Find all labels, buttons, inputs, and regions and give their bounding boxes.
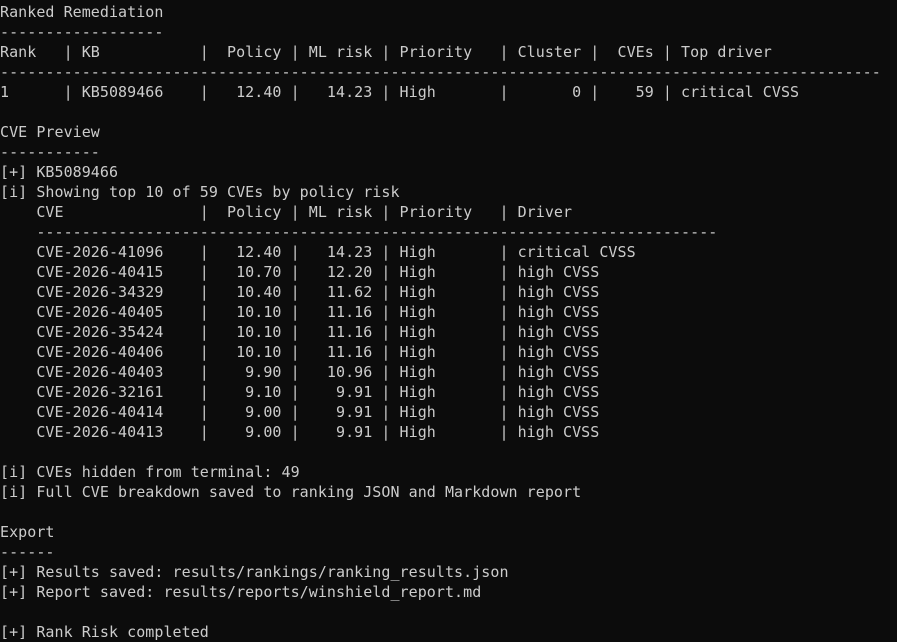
section-underline: ----------- [0,143,100,161]
kb-heading: [+] KB5089466 [0,163,119,181]
cve-table-row: CVE-2026-32161 | 9.10 | 9.91 | High | hi… [0,383,600,401]
section-title-export: Export [0,523,55,541]
cve-table-row: CVE-2026-35424 | 10.10 | 11.16 | High | … [0,323,600,341]
section-underline: ------------------ [0,23,164,41]
cve-table-row: CVE-2026-40403 | 9.90 | 10.96 | High | h… [0,363,600,381]
info-line-full-breakdown: [i] Full CVE breakdown saved to ranking … [0,483,582,501]
cve-table-header: CVE | Policy | ML risk | Priority | Driv… [0,203,573,221]
ranking-table-row: 1 | KB5089466 | 12.40 | 14.23 | High | 0… [0,83,800,101]
cve-table-row: CVE-2026-40415 | 10.70 | 12.20 | High | … [0,263,600,281]
section-underline: ------ [0,543,55,561]
info-line-showing-top: [i] Showing top 10 of 59 CVEs by policy … [0,183,400,201]
cve-table-row: CVE-2026-40414 | 9.00 | 9.91 | High | hi… [0,403,600,421]
cve-table-row: CVE-2026-34329 | 10.40 | 11.62 | High | … [0,283,600,301]
cve-table-row: CVE-2026-41096 | 12.40 | 14.23 | High | … [0,243,636,261]
cve-table-row: CVE-2026-40405 | 10.10 | 11.16 | High | … [0,303,600,321]
status-line-results-saved: [+] Results saved: results/rankings/rank… [0,563,509,581]
cve-table-row: CVE-2026-40406 | 10.10 | 11.16 | High | … [0,343,600,361]
cve-table-row: CVE-2026-40413 | 9.00 | 9.91 | High | hi… [0,423,600,441]
cve-table-divider: ----------------------------------------… [0,223,718,241]
section-title-ranked-remediation: Ranked Remediation [0,3,164,21]
status-line-rank-risk-completed: [+] Rank Risk completed [0,623,209,641]
section-title-cve-preview: CVE Preview [0,123,100,141]
terminal-output: Ranked Remediation ------------------ Rank… [0,0,897,642]
info-line-hidden-cves: [i] CVEs hidden from terminal: 49 [0,463,300,481]
status-line-report-saved: [+] Report saved: results/reports/winshi… [0,583,482,601]
ranking-table-divider: ----------------------------------------… [0,63,881,81]
ranking-table-header: Rank | KB | Policy | ML risk | Priority … [0,43,772,61]
